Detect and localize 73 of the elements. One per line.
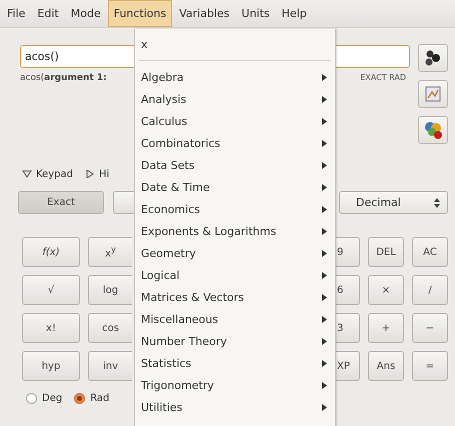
keypad-button[interactable]: + xyxy=(368,313,404,343)
menu-item[interactable]: Edit xyxy=(32,0,64,27)
keypad-button[interactable]: − xyxy=(412,313,448,343)
submenu-arrow-icon xyxy=(322,250,327,256)
menu-item[interactable]: Mode xyxy=(66,0,106,27)
submenu-arrow-icon xyxy=(322,228,327,234)
triangle-icon xyxy=(84,170,95,178)
status-text: EXACT RAD xyxy=(360,73,407,83)
menu-item[interactable]: Utilities xyxy=(135,396,335,418)
submenu-arrow-icon xyxy=(322,404,327,410)
menu-item[interactable]: Analysis xyxy=(135,88,335,110)
picture-frame-icon[interactable] xyxy=(418,80,448,108)
keypad-button[interactable]: log xyxy=(88,275,132,305)
menu-item[interactable]: Number Theory xyxy=(135,330,335,352)
submenu-arrow-icon xyxy=(322,206,327,212)
menu-item[interactable]: File xyxy=(2,0,30,27)
angle-radio[interactable]: Rad xyxy=(74,393,110,404)
keypad-button[interactable]: AC xyxy=(412,237,448,267)
keypad-button[interactable]: hyp xyxy=(22,351,80,381)
keypad-button[interactable]: √ xyxy=(22,275,80,305)
menu-item[interactable]: Economics xyxy=(135,198,335,220)
keypad-button[interactable]: 6 xyxy=(334,275,360,305)
display-dropdown[interactable]: Decimal xyxy=(339,191,448,214)
menu-item[interactable]: Miscellaneous xyxy=(135,308,335,330)
submenu-arrow-icon xyxy=(322,316,327,322)
submenu-arrow-icon xyxy=(322,338,327,344)
submenu-arrow-icon xyxy=(322,140,327,146)
angle-radio[interactable]: Deg xyxy=(26,393,62,404)
submenu-arrow-icon xyxy=(322,74,327,80)
menu-item[interactable]: Trigonometry xyxy=(135,374,335,396)
submenu-arrow-icon xyxy=(322,96,327,102)
exact-button[interactable]: Exact xyxy=(18,191,104,214)
colored-circles-icon[interactable] xyxy=(418,116,448,144)
keypad-button[interactable]: XP xyxy=(334,351,360,381)
menu-item[interactable]: Data Sets xyxy=(135,154,335,176)
menu-item[interactable]: Units xyxy=(236,0,275,27)
menu-item[interactable]: Matrices & Vectors xyxy=(135,286,335,308)
keypad-button[interactable]: DEL xyxy=(368,237,404,267)
keypad-button[interactable]: x! xyxy=(22,313,80,343)
submenu-arrow-icon xyxy=(322,272,327,278)
function-hint: acos(argument 1: xyxy=(20,73,107,83)
keypad-button[interactable]: × xyxy=(368,275,404,305)
keypad-expander[interactable]: Keypad xyxy=(22,168,73,180)
keypad-button[interactable]: f(x) xyxy=(22,237,80,267)
submenu-arrow-icon xyxy=(322,360,327,366)
submenu-arrow-icon xyxy=(322,294,327,300)
menu-item[interactable]: Help xyxy=(276,0,312,27)
submenu-arrow-icon xyxy=(322,184,327,190)
submenu-arrow-icon xyxy=(322,118,327,124)
keypad-button[interactable]: cos xyxy=(88,313,132,343)
menu-item[interactable]: Variables xyxy=(174,0,235,27)
menu-item[interactable]: Functions xyxy=(108,0,172,27)
menu-item[interactable]: Combinatorics xyxy=(135,132,335,154)
keypad-button[interactable]: / xyxy=(412,275,448,305)
keypad-button[interactable]: 3 xyxy=(334,313,360,343)
menu-item[interactable]: x xyxy=(135,33,335,55)
history-expander[interactable]: Hi xyxy=(84,168,110,180)
keypad-button[interactable]: inv xyxy=(88,351,132,381)
up-down-arrows-icon xyxy=(433,196,441,208)
menu-item[interactable]: Statistics xyxy=(135,352,335,374)
keypad-button[interactable]: 9 xyxy=(334,237,360,267)
menu-item[interactable]: Algebra xyxy=(135,66,335,88)
keypad-button[interactable]: x$^{y}$ xyxy=(88,237,132,267)
menu-item[interactable]: Logical xyxy=(135,264,335,286)
triangle-icon xyxy=(22,170,32,178)
keypad-button[interactable]: = xyxy=(412,351,448,381)
menu-item[interactable]: Date & Time xyxy=(135,176,335,198)
menu-item[interactable]: Geometry xyxy=(135,242,335,264)
submenu-arrow-icon xyxy=(322,382,327,388)
submenu-arrow-icon xyxy=(322,162,327,168)
menu-item[interactable]: Calculus xyxy=(135,110,335,132)
menu-item[interactable]: Exponents & Logarithms xyxy=(135,220,335,242)
keypad-button[interactable]: Ans xyxy=(368,351,404,381)
